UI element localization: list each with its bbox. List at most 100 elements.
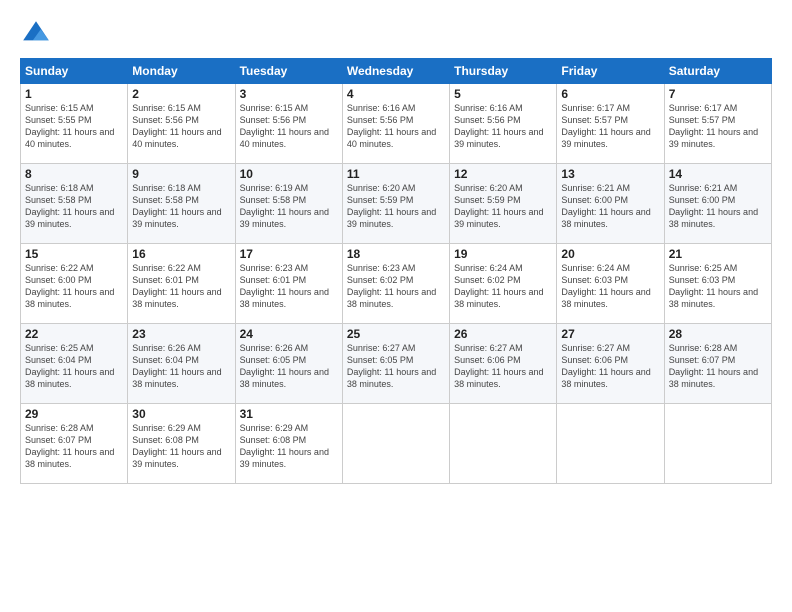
day-number: 13 (561, 167, 659, 181)
calendar-cell: 6 Sunrise: 6:17 AMSunset: 5:57 PMDayligh… (557, 84, 664, 164)
day-number: 9 (132, 167, 230, 181)
calendar-cell: 24 Sunrise: 6:26 AMSunset: 6:05 PMDaylig… (235, 324, 342, 404)
calendar-cell (557, 404, 664, 484)
calendar-cell: 10 Sunrise: 6:19 AMSunset: 5:58 PMDaylig… (235, 164, 342, 244)
day-info: Sunrise: 6:26 AMSunset: 6:04 PMDaylight:… (132, 343, 221, 389)
calendar-cell: 29 Sunrise: 6:28 AMSunset: 6:07 PMDaylig… (21, 404, 128, 484)
page: SundayMondayTuesdayWednesdayThursdayFrid… (0, 0, 792, 612)
weekday-saturday: Saturday (664, 59, 771, 84)
day-number: 18 (347, 247, 445, 261)
calendar-cell (450, 404, 557, 484)
calendar-cell: 30 Sunrise: 6:29 AMSunset: 6:08 PMDaylig… (128, 404, 235, 484)
calendar-table: SundayMondayTuesdayWednesdayThursdayFrid… (20, 58, 772, 484)
day-number: 21 (669, 247, 767, 261)
calendar-cell (664, 404, 771, 484)
day-info: Sunrise: 6:23 AMSunset: 6:02 PMDaylight:… (347, 263, 436, 309)
calendar-cell: 28 Sunrise: 6:28 AMSunset: 6:07 PMDaylig… (664, 324, 771, 404)
day-number: 19 (454, 247, 552, 261)
calendar-cell: 21 Sunrise: 6:25 AMSunset: 6:03 PMDaylig… (664, 244, 771, 324)
calendar-cell: 27 Sunrise: 6:27 AMSunset: 6:06 PMDaylig… (557, 324, 664, 404)
calendar-cell: 3 Sunrise: 6:15 AMSunset: 5:56 PMDayligh… (235, 84, 342, 164)
day-info: Sunrise: 6:15 AMSunset: 5:55 PMDaylight:… (25, 103, 114, 149)
day-number: 30 (132, 407, 230, 421)
day-number: 28 (669, 327, 767, 341)
weekday-tuesday: Tuesday (235, 59, 342, 84)
day-info: Sunrise: 6:22 AMSunset: 6:00 PMDaylight:… (25, 263, 114, 309)
day-info: Sunrise: 6:27 AMSunset: 6:06 PMDaylight:… (454, 343, 543, 389)
day-info: Sunrise: 6:20 AMSunset: 5:59 PMDaylight:… (347, 183, 436, 229)
day-number: 11 (347, 167, 445, 181)
day-info: Sunrise: 6:18 AMSunset: 5:58 PMDaylight:… (25, 183, 114, 229)
week-row-2: 8 Sunrise: 6:18 AMSunset: 5:58 PMDayligh… (21, 164, 772, 244)
day-number: 4 (347, 87, 445, 101)
weekday-wednesday: Wednesday (342, 59, 449, 84)
day-info: Sunrise: 6:15 AMSunset: 5:56 PMDaylight:… (132, 103, 221, 149)
day-number: 22 (25, 327, 123, 341)
day-info: Sunrise: 6:26 AMSunset: 6:05 PMDaylight:… (240, 343, 329, 389)
calendar-cell: 2 Sunrise: 6:15 AMSunset: 5:56 PMDayligh… (128, 84, 235, 164)
day-number: 8 (25, 167, 123, 181)
calendar-cell: 19 Sunrise: 6:24 AMSunset: 6:02 PMDaylig… (450, 244, 557, 324)
header (20, 18, 772, 50)
weekday-sunday: Sunday (21, 59, 128, 84)
weekday-friday: Friday (557, 59, 664, 84)
calendar-cell: 15 Sunrise: 6:22 AMSunset: 6:00 PMDaylig… (21, 244, 128, 324)
calendar-cell: 22 Sunrise: 6:25 AMSunset: 6:04 PMDaylig… (21, 324, 128, 404)
day-number: 12 (454, 167, 552, 181)
day-number: 6 (561, 87, 659, 101)
day-number: 26 (454, 327, 552, 341)
day-number: 31 (240, 407, 338, 421)
day-info: Sunrise: 6:25 AMSunset: 6:04 PMDaylight:… (25, 343, 114, 389)
day-info: Sunrise: 6:16 AMSunset: 5:56 PMDaylight:… (347, 103, 436, 149)
day-number: 24 (240, 327, 338, 341)
calendar-cell: 13 Sunrise: 6:21 AMSunset: 6:00 PMDaylig… (557, 164, 664, 244)
calendar-cell: 31 Sunrise: 6:29 AMSunset: 6:08 PMDaylig… (235, 404, 342, 484)
day-number: 23 (132, 327, 230, 341)
day-info: Sunrise: 6:19 AMSunset: 5:58 PMDaylight:… (240, 183, 329, 229)
calendar-cell: 26 Sunrise: 6:27 AMSunset: 6:06 PMDaylig… (450, 324, 557, 404)
day-info: Sunrise: 6:29 AMSunset: 6:08 PMDaylight:… (240, 423, 329, 469)
day-info: Sunrise: 6:21 AMSunset: 6:00 PMDaylight:… (669, 183, 758, 229)
calendar-cell: 18 Sunrise: 6:23 AMSunset: 6:02 PMDaylig… (342, 244, 449, 324)
day-number: 1 (25, 87, 123, 101)
weekday-thursday: Thursday (450, 59, 557, 84)
logo (20, 18, 56, 50)
calendar-cell: 16 Sunrise: 6:22 AMSunset: 6:01 PMDaylig… (128, 244, 235, 324)
day-info: Sunrise: 6:28 AMSunset: 6:07 PMDaylight:… (25, 423, 114, 469)
calendar-cell: 20 Sunrise: 6:24 AMSunset: 6:03 PMDaylig… (557, 244, 664, 324)
weekday-header-row: SundayMondayTuesdayWednesdayThursdayFrid… (21, 59, 772, 84)
calendar-cell: 12 Sunrise: 6:20 AMSunset: 5:59 PMDaylig… (450, 164, 557, 244)
day-number: 25 (347, 327, 445, 341)
day-info: Sunrise: 6:22 AMSunset: 6:01 PMDaylight:… (132, 263, 221, 309)
day-info: Sunrise: 6:28 AMSunset: 6:07 PMDaylight:… (669, 343, 758, 389)
calendar-cell: 9 Sunrise: 6:18 AMSunset: 5:58 PMDayligh… (128, 164, 235, 244)
calendar-cell: 4 Sunrise: 6:16 AMSunset: 5:56 PMDayligh… (342, 84, 449, 164)
day-number: 17 (240, 247, 338, 261)
weekday-monday: Monday (128, 59, 235, 84)
day-info: Sunrise: 6:29 AMSunset: 6:08 PMDaylight:… (132, 423, 221, 469)
calendar-cell: 17 Sunrise: 6:23 AMSunset: 6:01 PMDaylig… (235, 244, 342, 324)
calendar-cell: 14 Sunrise: 6:21 AMSunset: 6:00 PMDaylig… (664, 164, 771, 244)
day-info: Sunrise: 6:21 AMSunset: 6:00 PMDaylight:… (561, 183, 650, 229)
day-number: 10 (240, 167, 338, 181)
day-info: Sunrise: 6:15 AMSunset: 5:56 PMDaylight:… (240, 103, 329, 149)
day-number: 7 (669, 87, 767, 101)
day-number: 27 (561, 327, 659, 341)
day-info: Sunrise: 6:27 AMSunset: 6:05 PMDaylight:… (347, 343, 436, 389)
week-row-5: 29 Sunrise: 6:28 AMSunset: 6:07 PMDaylig… (21, 404, 772, 484)
calendar-cell: 23 Sunrise: 6:26 AMSunset: 6:04 PMDaylig… (128, 324, 235, 404)
week-row-3: 15 Sunrise: 6:22 AMSunset: 6:00 PMDaylig… (21, 244, 772, 324)
day-info: Sunrise: 6:18 AMSunset: 5:58 PMDaylight:… (132, 183, 221, 229)
calendar-cell: 11 Sunrise: 6:20 AMSunset: 5:59 PMDaylig… (342, 164, 449, 244)
day-number: 15 (25, 247, 123, 261)
calendar-cell: 7 Sunrise: 6:17 AMSunset: 5:57 PMDayligh… (664, 84, 771, 164)
calendar-cell: 8 Sunrise: 6:18 AMSunset: 5:58 PMDayligh… (21, 164, 128, 244)
day-info: Sunrise: 6:20 AMSunset: 5:59 PMDaylight:… (454, 183, 543, 229)
day-number: 2 (132, 87, 230, 101)
day-info: Sunrise: 6:24 AMSunset: 6:03 PMDaylight:… (561, 263, 650, 309)
day-info: Sunrise: 6:17 AMSunset: 5:57 PMDaylight:… (561, 103, 650, 149)
day-number: 3 (240, 87, 338, 101)
day-number: 14 (669, 167, 767, 181)
day-info: Sunrise: 6:23 AMSunset: 6:01 PMDaylight:… (240, 263, 329, 309)
day-info: Sunrise: 6:25 AMSunset: 6:03 PMDaylight:… (669, 263, 758, 309)
